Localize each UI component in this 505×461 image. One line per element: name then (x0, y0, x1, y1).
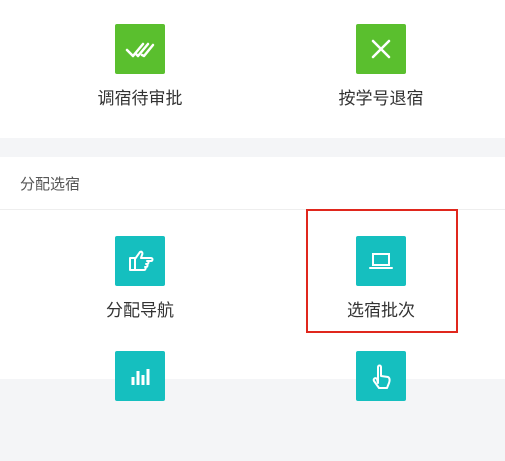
tile-label: 分配导航 (106, 301, 174, 321)
quick-actions-panel: 调宿待审批 按学号退宿 (0, 0, 505, 138)
tile-selection-batch[interactable]: 选宿批次 (311, 236, 451, 346)
tile-self-selection[interactable] (311, 351, 451, 461)
double-check-icon (115, 24, 165, 74)
close-icon (356, 24, 406, 74)
tile-label: 调宿待审批 (97, 89, 183, 109)
section-header: 分配选宿 (0, 157, 505, 210)
tap-hand-icon (356, 351, 406, 401)
tile-assign-navigation[interactable]: 分配导航 (70, 236, 210, 346)
bar-chart-icon (115, 351, 165, 401)
tile-dorm-change-approval[interactable]: 调宿待审批 (70, 24, 210, 134)
assign-section-panel: 分配选宿 分配导航 选宿批次 (0, 157, 505, 401)
tile-statistics[interactable] (70, 351, 210, 461)
tile-label: 选宿批次 (347, 301, 415, 321)
laptop-icon (356, 236, 406, 286)
section-title: 分配选宿 (20, 175, 81, 193)
pointing-hand-icon (115, 236, 165, 286)
tile-label: 按学号退宿 (338, 89, 424, 109)
tile-checkout-by-student-id[interactable]: 按学号退宿 (311, 24, 451, 134)
